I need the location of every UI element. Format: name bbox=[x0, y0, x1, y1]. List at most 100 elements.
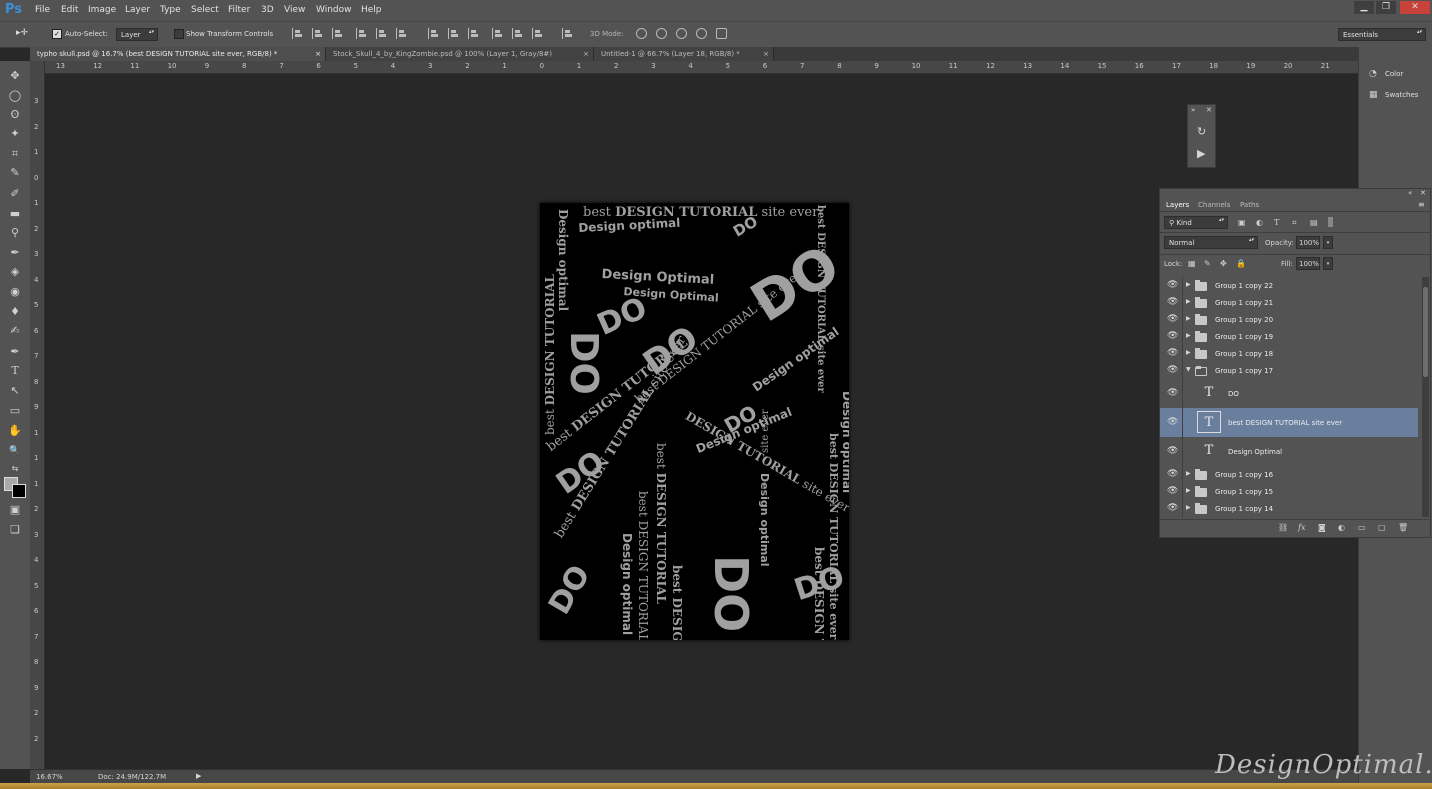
close-button[interactable]: ✕ bbox=[1400, 1, 1430, 14]
tab-typho-skull[interactable]: typho skull.psd @ 16.7% (best DESIGN TUT… bbox=[30, 47, 326, 61]
collapse-arrow-icon[interactable]: ▼ bbox=[1186, 366, 1191, 373]
visibility-eye-icon[interactable]: 👁 bbox=[1167, 446, 1178, 456]
menu-help[interactable]: Help bbox=[361, 5, 382, 15]
opacity-input[interactable]: 100% bbox=[1296, 236, 1320, 249]
zoom-tool-icon[interactable]: 🔍 bbox=[8, 444, 22, 458]
healing-brush-tool-icon[interactable]: ✐ bbox=[8, 187, 22, 201]
expand-arrow-icon[interactable]: ▶ bbox=[1186, 298, 1191, 305]
layer-row-group-19[interactable]: 👁 ▶ Group 1 copy 19 bbox=[1160, 328, 1418, 346]
menu-type[interactable]: Type bbox=[160, 5, 181, 15]
pan-3d-icon[interactable] bbox=[676, 28, 687, 39]
roll-3d-icon[interactable] bbox=[656, 28, 667, 39]
filter-toggle[interactable] bbox=[1328, 217, 1333, 227]
expand-arrow-icon[interactable]: ▶ bbox=[1186, 332, 1191, 339]
move-tool-preset-icon[interactable]: ▸✛ bbox=[16, 28, 28, 38]
fill-slider-toggle[interactable]: ▾ bbox=[1323, 257, 1333, 270]
tab-layers[interactable]: Layers bbox=[1162, 199, 1194, 211]
visibility-eye-icon[interactable]: 👁 bbox=[1167, 280, 1178, 290]
screen-mode-icon[interactable]: ❏ bbox=[8, 523, 22, 537]
new-group-icon[interactable]: ▭ bbox=[1358, 523, 1366, 532]
document-canvas[interactable]: best DESIGN TUTORIAL site ever Design op… bbox=[540, 203, 849, 640]
expand-arrow-icon[interactable]: ▶ bbox=[1186, 487, 1191, 494]
menu-3d[interactable]: 3D bbox=[261, 5, 274, 15]
align-left-icon[interactable] bbox=[356, 28, 367, 39]
distribute-bottom-icon[interactable] bbox=[468, 28, 479, 39]
visibility-eye-icon[interactable]: 👁 bbox=[1167, 365, 1178, 375]
type-tool-icon[interactable]: T bbox=[8, 364, 22, 378]
collapse-icon[interactable]: » bbox=[1191, 106, 1195, 114]
background-color-swatch[interactable] bbox=[12, 484, 26, 498]
tab-untitled[interactable]: Untitled-1 @ 66.7% (Layer 18, RGB/8) * × bbox=[594, 47, 774, 61]
layer-row-group-18[interactable]: 👁 ▶ Group 1 copy 18 bbox=[1160, 345, 1418, 363]
crop-tool-icon[interactable]: ⌗ bbox=[8, 147, 22, 161]
distribute-left-icon[interactable] bbox=[492, 28, 503, 39]
magic-wand-tool-icon[interactable]: ✦ bbox=[8, 127, 22, 141]
layer-filter-dropdown[interactable]: ⚲ Kind bbox=[1164, 216, 1228, 229]
link-layers-icon[interactable]: ⛓ bbox=[1278, 523, 1288, 532]
align-hcenter-icon[interactable] bbox=[376, 28, 387, 39]
layer-row-group-15[interactable]: 👁 ▶ Group 1 copy 15 bbox=[1160, 483, 1418, 501]
menu-edit[interactable]: Edit bbox=[61, 5, 78, 15]
align-right-icon[interactable] bbox=[396, 28, 407, 39]
visibility-eye-icon[interactable]: 👁 bbox=[1167, 314, 1178, 324]
history-brush-tool-icon[interactable]: ✒ bbox=[8, 246, 22, 260]
close-icon[interactable]: ✕ bbox=[1420, 189, 1426, 197]
restore-button[interactable]: ❐ bbox=[1376, 1, 1396, 14]
scale-3d-icon[interactable] bbox=[716, 28, 727, 39]
layer-row-group-17[interactable]: 👁 ▼ Group 1 copy 17 bbox=[1160, 362, 1418, 380]
collapse-icon[interactable]: « bbox=[1408, 189, 1412, 197]
dodge-tool-icon[interactable]: ✍ bbox=[8, 324, 22, 338]
visibility-eye-icon[interactable]: 👁 bbox=[1167, 503, 1178, 513]
visibility-eye-icon[interactable]: 👁 bbox=[1167, 417, 1178, 427]
eraser-tool-icon[interactable]: ◈ bbox=[8, 265, 22, 279]
visibility-eye-icon[interactable]: 👁 bbox=[1167, 297, 1178, 307]
close-icon[interactable]: ✕ bbox=[1206, 106, 1212, 114]
workspace-dropdown[interactable]: Essentials bbox=[1338, 28, 1426, 41]
expand-arrow-icon[interactable]: ▶ bbox=[1186, 349, 1191, 356]
add-mask-icon[interactable]: ◙ bbox=[1318, 523, 1326, 532]
fx-icon[interactable]: fx bbox=[1298, 523, 1305, 532]
blend-mode-dropdown[interactable]: Normal bbox=[1164, 236, 1258, 249]
history-icon[interactable]: ↻ bbox=[1197, 125, 1206, 138]
layer-row-group-16[interactable]: 👁 ▶ Group 1 copy 16 bbox=[1160, 466, 1418, 484]
tab-paths[interactable]: Paths bbox=[1236, 199, 1263, 211]
filter-smart-object-icon[interactable]: ▤ bbox=[1310, 218, 1318, 227]
scrollbar-thumb[interactable] bbox=[1423, 287, 1428, 377]
expand-arrow-icon[interactable]: ▶ bbox=[1186, 504, 1191, 511]
adjustment-layer-icon[interactable]: ◐ bbox=[1338, 523, 1345, 532]
menu-layer[interactable]: Layer bbox=[125, 5, 150, 15]
visibility-eye-icon[interactable]: 👁 bbox=[1167, 486, 1178, 496]
lasso-tool-icon[interactable]: ʘ bbox=[8, 108, 22, 122]
fill-input[interactable]: 100% bbox=[1296, 257, 1320, 270]
layer-row-text-design-optimal[interactable]: 👁 T Design Optimal bbox=[1160, 437, 1418, 467]
layer-row-text-tutorial[interactable]: 👁 T best DESIGN TUTORIAL site ever bbox=[1160, 408, 1418, 438]
distribute-vcenter-icon[interactable] bbox=[448, 28, 459, 39]
transform-controls-checkbox[interactable] bbox=[174, 29, 184, 39]
close-icon[interactable]: × bbox=[315, 47, 321, 61]
align-top-icon[interactable] bbox=[292, 28, 303, 39]
menu-window[interactable]: Window bbox=[316, 5, 352, 15]
new-layer-icon[interactable]: ▢ bbox=[1378, 523, 1386, 532]
layer-row-group-20[interactable]: 👁 ▶ Group 1 copy 20 bbox=[1160, 311, 1418, 329]
swap-colors-icon[interactable]: ⇆ bbox=[8, 462, 22, 476]
align-vcenter-icon[interactable] bbox=[312, 28, 323, 39]
quick-mask-icon[interactable]: ▣ bbox=[8, 503, 22, 517]
hand-tool-icon[interactable]: ✋ bbox=[8, 424, 22, 438]
filter-shape-icon[interactable]: ⌗ bbox=[1292, 218, 1297, 228]
lock-all-icon[interactable]: 🔒 bbox=[1236, 259, 1246, 268]
menu-filter[interactable]: Filter bbox=[228, 5, 250, 15]
filter-type-icon[interactable]: T bbox=[1274, 218, 1279, 227]
auto-select-checkbox[interactable]: ✓ bbox=[52, 29, 62, 39]
distribute-top-icon[interactable] bbox=[428, 28, 439, 39]
lock-transparent-icon[interactable]: ▦ bbox=[1188, 259, 1196, 268]
slide-3d-icon[interactable] bbox=[696, 28, 707, 39]
expand-arrow-icon[interactable]: ▶ bbox=[1186, 281, 1191, 288]
clone-stamp-tool-icon[interactable]: ⚲ bbox=[8, 226, 22, 240]
rotate-3d-icon[interactable] bbox=[636, 28, 647, 39]
rectangle-tool-icon[interactable]: ▭ bbox=[8, 404, 22, 418]
marquee-tool-icon[interactable]: ◯ bbox=[8, 89, 22, 103]
tab-stock-skull[interactable]: Stock_Skull_4_by_KingZombie.psd @ 100% (… bbox=[326, 47, 594, 61]
dock-color[interactable]: ◔ Color bbox=[1369, 69, 1403, 79]
layer-row-group-14[interactable]: 👁 ▶ Group 1 copy 14 bbox=[1160, 500, 1418, 517]
blur-tool-icon[interactable]: ♦ bbox=[8, 305, 22, 319]
